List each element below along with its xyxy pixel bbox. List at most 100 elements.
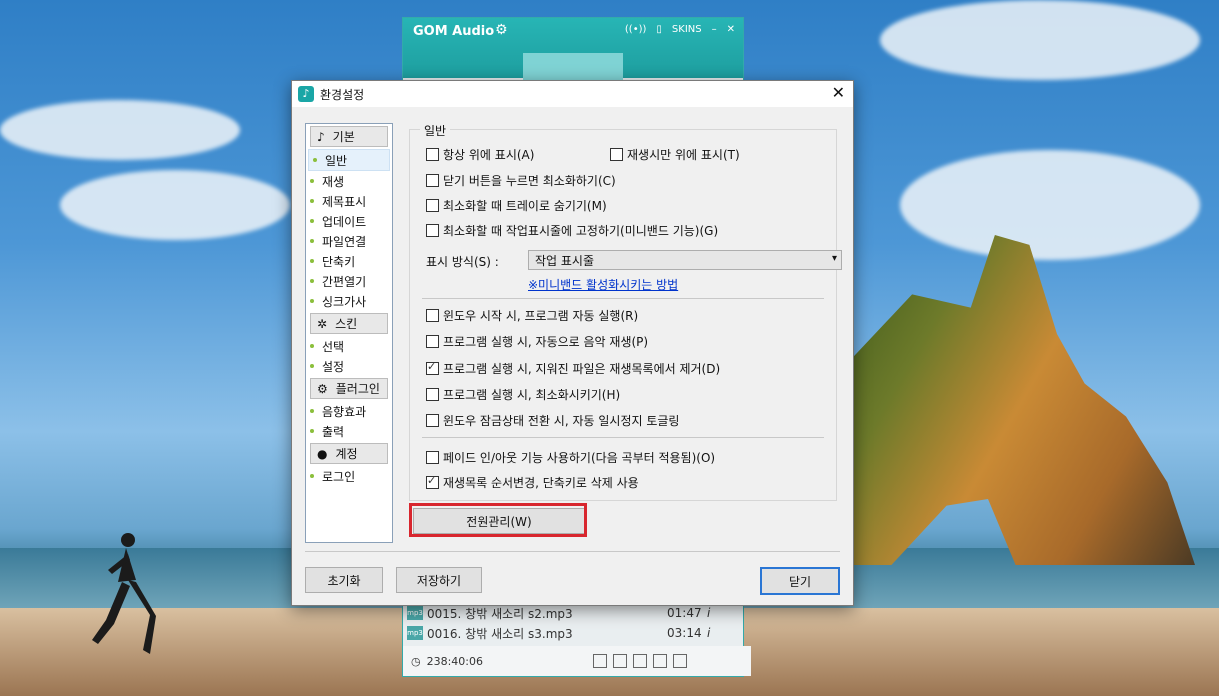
nav-item-label: 출력: [322, 424, 345, 439]
pin-taskbar-checkbox[interactable]: 최소화할 때 작업표시줄에 고정하기(미니밴드 기능)(G): [426, 222, 718, 239]
bullet-icon: [310, 474, 314, 478]
checkbox-label: 윈도우 잠금상태 전환 시, 자동 일시정지 토글링: [443, 414, 680, 428]
nav-item-label: 음향효과: [322, 404, 367, 419]
bullet-icon: [310, 279, 314, 283]
checkbox-box[interactable]: [426, 199, 439, 212]
checkbox-box[interactable]: [426, 388, 439, 401]
track-name: 0015. 창밖 새소리 s2.mp3: [427, 606, 573, 621]
lock-pause-checkbox[interactable]: 윈도우 잠금상태 전환 시, 자동 일시정지 토글링: [426, 412, 679, 429]
skins-button[interactable]: SKINS: [672, 24, 702, 35]
info-icon[interactable]: i: [707, 626, 710, 640]
save-button[interactable]: 저장하기: [396, 567, 482, 593]
add-file-icon[interactable]: [592, 654, 607, 668]
nav-item-label: 간편열기: [322, 274, 367, 289]
gom-window-controls: ((•)) ▯ SKINS – ✕: [625, 24, 735, 35]
nav-category-skin[interactable]: ✲ 스킨: [310, 313, 388, 334]
nav-item-quick-open[interactable]: 간편열기: [306, 271, 392, 291]
info-icon[interactable]: i: [707, 606, 710, 620]
checkbox-box[interactable]: [426, 309, 439, 322]
bullet-icon: [313, 158, 317, 162]
nav-item-update[interactable]: 업데이트: [306, 211, 392, 231]
minimize-icon[interactable]: –: [712, 24, 717, 35]
nav-category-label: 계정: [335, 447, 358, 461]
select-all-icon[interactable]: [632, 654, 647, 668]
minimize-on-close-checkbox[interactable]: 닫기 버튼을 누르면 최소화하기(C): [426, 172, 616, 189]
desktop-cloud: [60, 170, 290, 240]
remove-file-icon[interactable]: [612, 654, 627, 668]
dialog-titlebar[interactable]: ♪ 환경설정 ✕: [292, 81, 853, 107]
nav-item-title-display[interactable]: 제목표시: [306, 191, 392, 211]
general-group: 일반 항상 위에 표시(A) 재생시만 위에 표시(T) 닫기 버튼을 누르면 …: [409, 122, 842, 501]
nav-item-label: 일반: [325, 153, 348, 168]
miniband-help-link[interactable]: ※미니밴드 활성화시키는 방법: [528, 276, 678, 293]
gom-playlist: mp3 0015. 창밖 새소리 s2.mp3 01:47 i mp3 0016…: [403, 603, 743, 643]
user-icon: ●: [317, 446, 328, 461]
nav-item-sync-lyrics[interactable]: 싱크가사: [306, 291, 392, 311]
checkbox-box[interactable]: [426, 224, 439, 237]
chevron-down-icon: ▾: [831, 253, 837, 264]
track-time: 01:47: [667, 606, 702, 620]
nav-item-shortcuts[interactable]: 단축키: [306, 251, 392, 271]
close-button[interactable]: 닫기: [760, 567, 840, 595]
nav-item-skin-settings[interactable]: 설정: [306, 356, 392, 376]
display-mode-value: 작업 표시줄: [535, 253, 595, 268]
nav-item-playback[interactable]: 재생: [306, 171, 392, 191]
start-minimized-checkbox[interactable]: 프로그램 실행 시, 최소화시키기(H): [426, 386, 620, 403]
close-icon[interactable]: ✕: [727, 24, 735, 35]
checkbox-box[interactable]: [610, 148, 623, 161]
playlist-doc-icon[interactable]: [672, 654, 687, 668]
hide-to-tray-checkbox[interactable]: 최소화할 때 트레이로 숨기기(M): [426, 197, 607, 214]
nav-item-label: 파일연결: [322, 234, 367, 249]
magic-wand-icon: ✲: [317, 316, 328, 331]
track-name: 0016. 창밖 새소리 s3.mp3: [427, 626, 573, 641]
gear-icon: ⚙: [317, 381, 328, 396]
nav-item-output[interactable]: 출력: [306, 421, 392, 441]
reset-button[interactable]: 초기화: [305, 567, 383, 593]
nav-item-label: 선택: [322, 339, 345, 354]
playlist-shortcut-checkbox[interactable]: 재생목록 순서변경, 단축키로 삭제 사용: [426, 474, 639, 491]
preferences-dialog[interactable]: ♪ 환경설정 ✕ ♪ 기본 일반 재생 제목표시 업데이트 파일연결 단축키 간…: [291, 80, 854, 606]
checkbox-box[interactable]: [426, 360, 439, 375]
gom-header[interactable]: GOM Audio ⚙ ((•)) ▯ SKINS – ✕: [403, 18, 743, 93]
checkbox-box[interactable]: [426, 414, 439, 427]
nav-item-sound-effects[interactable]: 음향효과: [306, 401, 392, 421]
desktop-runner: [92, 533, 156, 654]
always-on-top-checkbox[interactable]: 항상 위에 표시(A): [426, 146, 534, 163]
nav-category-account[interactable]: ● 계정: [310, 443, 388, 464]
broadcast-icon[interactable]: ((•)): [625, 24, 647, 35]
nav-item-login[interactable]: 로그인: [306, 466, 392, 486]
checkbox-box[interactable]: [426, 335, 439, 348]
remove-deleted-files-checkbox[interactable]: 프로그램 실행 시, 지워진 파일은 재생목록에서 제거(D): [426, 360, 720, 377]
nav-category-label: 플러그인: [335, 382, 380, 396]
nav-item-skin-select[interactable]: 선택: [306, 336, 392, 356]
auto-play-checkbox[interactable]: 프로그램 실행 시, 자동으로 음악 재생(P): [426, 333, 648, 350]
mobile-icon[interactable]: ▯: [656, 24, 662, 35]
gear-icon[interactable]: ⚙: [495, 22, 508, 38]
checkbox-box[interactable]: [426, 148, 439, 161]
nav-category-basic[interactable]: ♪ 기본: [310, 126, 388, 147]
nav-item-file-association[interactable]: 파일연결: [306, 231, 392, 251]
nav-item-label: 단축키: [322, 254, 356, 269]
on-top-when-playing-checkbox[interactable]: 재생시만 위에 표시(T): [610, 146, 740, 163]
bullet-icon: [310, 259, 314, 263]
bullet-icon: [310, 219, 314, 223]
display-mode-select[interactable]: 작업 표시줄 ▾: [528, 250, 842, 270]
checkbox-box[interactable]: [426, 474, 439, 489]
desktop-cloud: [0, 100, 240, 160]
close-icon[interactable]: ✕: [832, 84, 845, 102]
nav-item-general[interactable]: 일반: [308, 149, 390, 171]
sort-icon[interactable]: [652, 654, 667, 668]
checkbox-box[interactable]: [426, 174, 439, 187]
auto-start-checkbox[interactable]: 윈도우 시작 시, 프로그램 자동 실행(R): [426, 307, 638, 324]
checkbox-label: 프로그램 실행 시, 지워진 파일은 재생목록에서 제거(D): [443, 362, 721, 376]
bullet-icon: [310, 199, 314, 203]
checkbox-box[interactable]: [426, 451, 439, 464]
music-note-icon: ♪: [317, 129, 325, 144]
nav-category-plugin[interactable]: ⚙ 플러그인: [310, 378, 388, 399]
fade-inout-checkbox[interactable]: 페이드 인/아웃 기능 사용하기(다음 곡부터 적용됨)(O): [426, 449, 715, 466]
bullet-icon: [310, 299, 314, 303]
playlist-row[interactable]: mp3 0016. 창밖 새소리 s3.mp3 03:14 i: [403, 623, 743, 643]
playlist-row[interactable]: mp3 0015. 창밖 새소리 s2.mp3 01:47 i: [403, 603, 743, 623]
settings-content: 일반 항상 위에 표시(A) 재생시만 위에 표시(T) 닫기 버튼을 누르면 …: [404, 122, 842, 541]
checkbox-label: 프로그램 실행 시, 최소화시키기(H): [443, 388, 621, 402]
